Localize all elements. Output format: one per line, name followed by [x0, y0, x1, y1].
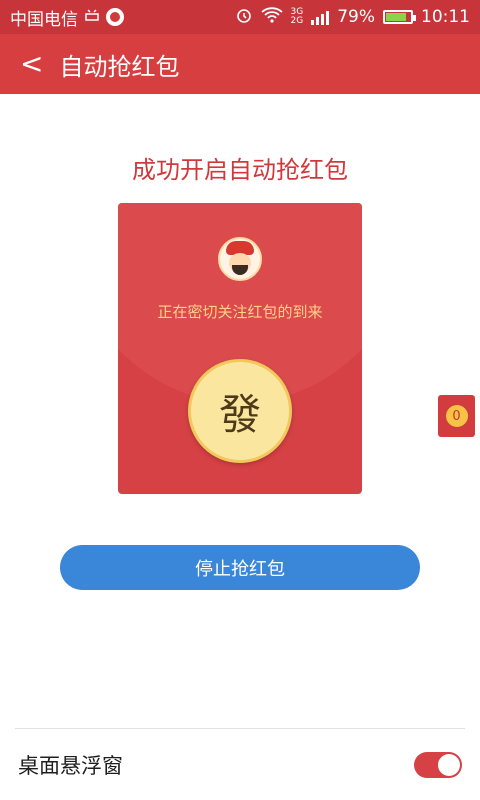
wifi-icon	[260, 6, 283, 28]
alarm-icon	[235, 6, 253, 29]
floating-widget[interactable]: 0	[438, 395, 475, 437]
watching-status-text: 正在密切关注红包的到来	[157, 303, 323, 321]
red-envelope-card: 正在密切关注红包的到来 發	[118, 203, 362, 494]
divider	[15, 728, 465, 729]
toggle-knob	[438, 754, 460, 776]
setting-row-desktop-float: 桌面悬浮窗	[0, 740, 480, 790]
back-button[interactable]: <	[20, 50, 43, 78]
status-right: 3G 2G 79% 10:11	[235, 6, 470, 29]
page-title: 自动抢红包	[59, 52, 180, 81]
floating-count-badge: 0	[445, 405, 468, 427]
carrier-label: 中国电信	[10, 9, 78, 30]
success-title: 成功开启自动抢红包	[132, 156, 348, 184]
android-icon	[84, 7, 100, 27]
god-of-wealth-avatar	[218, 237, 262, 281]
app-bar: < 自动抢红包	[0, 34, 480, 94]
clock: 10:11	[421, 7, 470, 27]
battery-percent: 79%	[337, 7, 375, 27]
avatar-beard	[232, 265, 248, 275]
desktop-float-label: 桌面悬浮窗	[18, 754, 123, 778]
desktop-float-toggle[interactable]	[414, 752, 462, 778]
open-envelope-button[interactable]: 發	[188, 359, 292, 463]
status-left: 中国电信	[10, 5, 124, 30]
network-type-bottom: 2G	[290, 16, 304, 26]
battery-icon	[383, 10, 416, 24]
status-bar: 中国电信 3G 2G 79% 10:11	[0, 0, 480, 34]
stop-grabbing-button[interactable]: 停止抢红包	[60, 545, 420, 590]
network-type: 3G 2G	[291, 8, 304, 26]
signal-icon	[311, 9, 330, 25]
notification-icon	[106, 8, 124, 26]
